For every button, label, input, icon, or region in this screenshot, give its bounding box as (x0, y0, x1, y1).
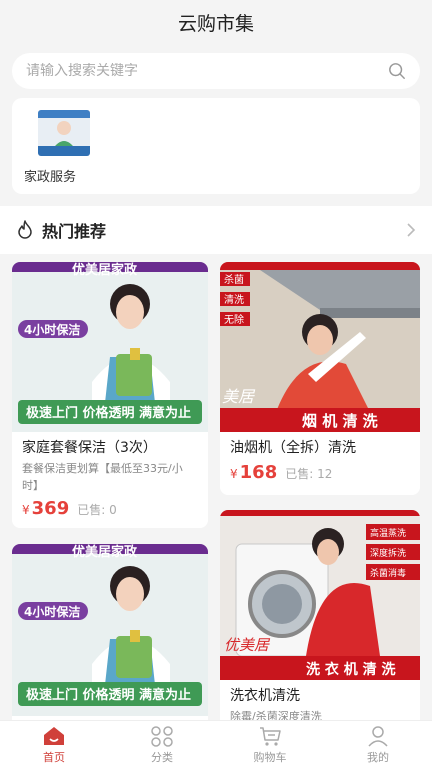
banner-caption: 洗 衣 机 清 洗 (306, 661, 396, 678)
product-card[interactable]: 优美居家政 4小时保洁 极速上门 价格透明 满意为止 家庭套餐保洁（3次） 套餐… (12, 262, 208, 528)
flame-icon (18, 220, 32, 239)
page-title: 云购市集 (177, 12, 254, 35)
product-desc: 套餐保洁更划算【最低至33元/小时】 (22, 462, 183, 492)
category-panel: 家政服务 (12, 98, 420, 194)
product-title: 家庭套餐保洁（3次） (22, 440, 157, 456)
sold-count: 已售: 12 (285, 467, 333, 481)
tab-category[interactable]: 分类 (108, 721, 216, 768)
product-price: 369 (31, 498, 70, 519)
product-title: 油烟机（全拆）清洗 (230, 440, 356, 456)
currency-symbol: ¥ (22, 503, 30, 517)
currency-symbol: ¥ (230, 467, 238, 481)
tab-label: 分类 (151, 750, 173, 764)
search-icon[interactable] (388, 62, 406, 80)
banner-slogan: 极速上门 价格透明 满意为止 (26, 687, 191, 703)
tab-cart[interactable]: 购物车 (216, 721, 324, 768)
product-card[interactable]: 高温蒸洗 深度拆洗 杀菌消毒 优美居 洗 衣 机 清 洗 洗衣机清洗 除霉/杀菌… (220, 510, 420, 720)
banner-slogan: 极速上门 价格透明 满意为止 (26, 405, 191, 421)
chevron-right-icon[interactable] (406, 222, 416, 238)
product-card[interactable]: 优美居家政 4小时保洁 极速上门 价格透明 满意为止 (12, 544, 208, 720)
banner-brand: 优美居 (224, 636, 271, 654)
search-bar[interactable] (12, 53, 420, 89)
hot-recommend-title: 热门推荐 (42, 222, 107, 241)
tab-label: 首页 (43, 750, 65, 764)
banner-brand: 优美居家政 (72, 262, 138, 278)
banner-tag: 杀菌 (224, 273, 244, 286)
tab-profile[interactable]: 我的 (324, 721, 432, 768)
category-icon (151, 725, 173, 747)
banner-tag: 高温蒸洗 (370, 527, 406, 539)
housekeeping-thumb (38, 110, 90, 156)
product-price: 168 (239, 462, 278, 483)
product-desc: 除霉/杀菌深度清洗 (230, 710, 322, 720)
banner-brand: 美居 (222, 387, 256, 406)
category-item-housekeeping[interactable]: 家政服务 (24, 110, 104, 185)
tab-label: 我的 (367, 750, 389, 764)
product-card[interactable]: 杀菌 清洗 无除 美居 烟 机 清 洗 油烟机（全拆）清洗 ¥ 168 已售: … (220, 262, 420, 495)
banner-brand: 优美居家政 (72, 544, 138, 560)
search-input[interactable] (26, 63, 388, 79)
product-title: 洗衣机清洗 (230, 688, 300, 704)
banner-badge: 4小时保洁 (24, 604, 80, 619)
app-header: 云购市集 (0, 0, 432, 44)
banner-caption: 烟 机 清 洗 (302, 412, 378, 430)
product-grid: 优美居家政 4小时保洁 极速上门 价格透明 满意为止 家庭套餐保洁（3次） 套餐… (12, 262, 420, 720)
banner-tag: 杀菌消毒 (370, 567, 406, 579)
sold-count: 已售: 0 (77, 503, 117, 517)
banner-tag: 深度拆洗 (370, 547, 406, 559)
home-icon (44, 726, 64, 745)
product-image: 高温蒸洗 深度拆洗 杀菌消毒 优美居 洗 衣 机 清 洗 (220, 510, 420, 680)
cart-icon (260, 726, 281, 746)
product-image: 杀菌 清洗 无除 美居 烟 机 清 洗 (220, 262, 420, 432)
product-image: 优美居家政 4小时保洁 极速上门 价格透明 满意为止 (12, 544, 208, 716)
bottom-tab-bar: 首页 分类 购物车 我的 (0, 720, 432, 768)
product-image: 优美居家政 4小时保洁 极速上门 价格透明 满意为止 (12, 262, 208, 432)
banner-tag: 清洗 (224, 293, 244, 306)
user-icon (368, 725, 388, 747)
tab-home[interactable]: 首页 (0, 721, 108, 768)
banner-badge: 4小时保洁 (24, 322, 80, 337)
banner-tag: 无除 (224, 313, 244, 326)
tab-label: 购物车 (253, 750, 287, 764)
hot-recommend-bar[interactable]: 热门推荐 (0, 206, 432, 254)
category-label: 家政服务 (24, 170, 77, 185)
